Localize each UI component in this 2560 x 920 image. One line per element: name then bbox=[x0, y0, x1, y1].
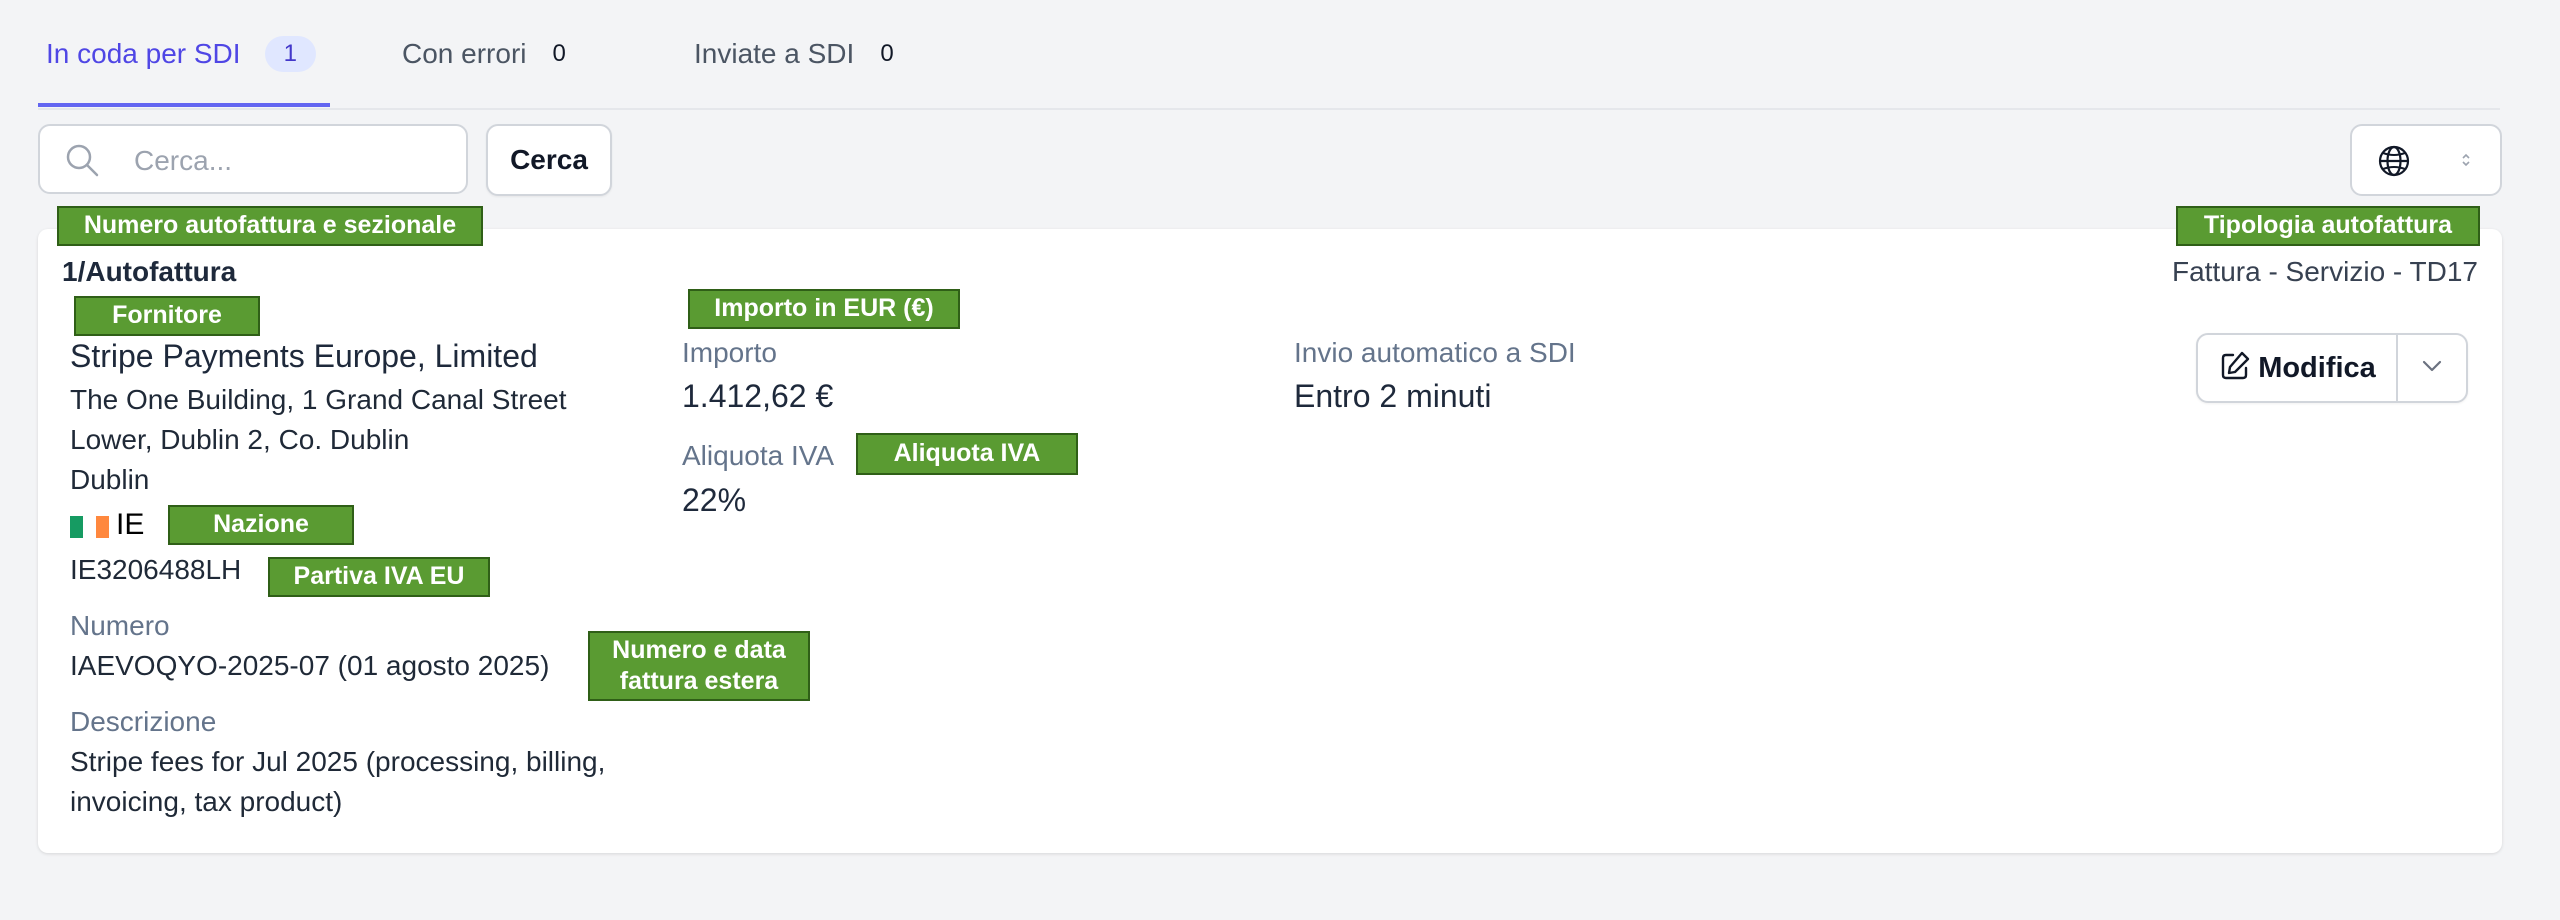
tab-inviate[interactable]: Inviate a SDI 0 bbox=[694, 30, 894, 78]
annotation-numero-data-line2: fattura estera bbox=[619, 667, 779, 695]
tab-count: 0 bbox=[880, 40, 894, 67]
amount-label: Importo bbox=[682, 337, 777, 368]
annotation-nazione: Nazione bbox=[168, 505, 354, 545]
edit-dropdown-toggle[interactable] bbox=[2398, 335, 2466, 401]
active-tab-indicator bbox=[38, 103, 330, 107]
supplier-city: Dublin bbox=[70, 464, 150, 495]
vat-rate-value: 22% bbox=[682, 482, 747, 518]
language-select[interactable] bbox=[2350, 124, 2502, 196]
tab-count: 0 bbox=[552, 40, 566, 67]
supplier-address-line1: The One Building, 1 Grand Canal Street bbox=[70, 384, 567, 415]
annotation-tipologia: Tipologia autofattura bbox=[2176, 206, 2480, 246]
supplier-address-line2: Lower, Dublin 2, Co. Dublin bbox=[70, 424, 410, 455]
annotation-partita-iva: Partiva IVA EU bbox=[268, 557, 490, 597]
invoice-type: Fattura - Servizio - TD17 bbox=[2171, 256, 2478, 287]
tab-bar: In coda per SDI 1 Con errori 0 Inviate a… bbox=[38, 0, 2500, 110]
supplier-name: Stripe Payments Europe, Limited bbox=[70, 338, 538, 374]
vat-rate-label: Aliquota IVA bbox=[682, 440, 835, 471]
select-arrows-icon bbox=[2460, 150, 2472, 175]
annotation-aliquota: Aliquota IVA bbox=[856, 433, 1078, 475]
foreign-invoice-number: IAEVOQYO-2025-07 (01 agosto 2025) bbox=[70, 650, 550, 681]
search-icon bbox=[64, 142, 100, 178]
edit-icon bbox=[2218, 349, 2252, 388]
tab-label: Inviate a SDI bbox=[694, 38, 855, 69]
supplier-vat-number: IE3206488LH bbox=[70, 554, 242, 585]
globe-icon bbox=[2376, 143, 2412, 184]
chevron-down-icon bbox=[2421, 359, 2443, 378]
tab-in-coda[interactable]: In coda per SDI 1 bbox=[46, 30, 316, 78]
tab-label: In coda per SDI bbox=[46, 38, 241, 69]
search-button[interactable]: Cerca bbox=[486, 124, 612, 196]
amount-value: 1.412,62 € bbox=[682, 378, 834, 414]
tab-count-badge: 1 bbox=[264, 36, 316, 72]
number-label: Numero bbox=[70, 610, 170, 641]
edit-button-group: Modifica bbox=[2196, 333, 2468, 403]
annotation-importo-eur: Importo in EUR (€) bbox=[688, 289, 960, 329]
auto-send-value: Entro 2 minuti bbox=[1294, 378, 1492, 414]
tab-con-errori[interactable]: Con errori 0 bbox=[402, 30, 566, 78]
auto-send-label: Invio automatico a SDI bbox=[1294, 337, 1576, 368]
search-field[interactable] bbox=[38, 124, 468, 194]
flag-ie-icon bbox=[70, 516, 110, 538]
supplier-country: IE bbox=[116, 508, 145, 541]
edit-button[interactable]: Modifica bbox=[2198, 335, 2398, 401]
tab-label: Con errori bbox=[402, 38, 527, 69]
edit-button-label: Modifica bbox=[2258, 351, 2376, 384]
annotation-fornitore: Fornitore bbox=[74, 296, 260, 336]
description-line1: Stripe fees for Jul 2025 (processing, bi… bbox=[70, 746, 606, 777]
description-line2: invoicing, tax product) bbox=[70, 786, 343, 817]
search-input[interactable] bbox=[132, 138, 456, 184]
annotation-numero-data: Numero e data fattura estera bbox=[588, 631, 810, 701]
invoice-number: 1/Autofattura bbox=[62, 256, 237, 287]
description-label: Descrizione bbox=[70, 706, 217, 737]
annotation-numero-data-line1: Numero e data bbox=[612, 635, 786, 664]
annotation-numero-sezionale: Numero autofattura e sezionale bbox=[57, 206, 483, 246]
